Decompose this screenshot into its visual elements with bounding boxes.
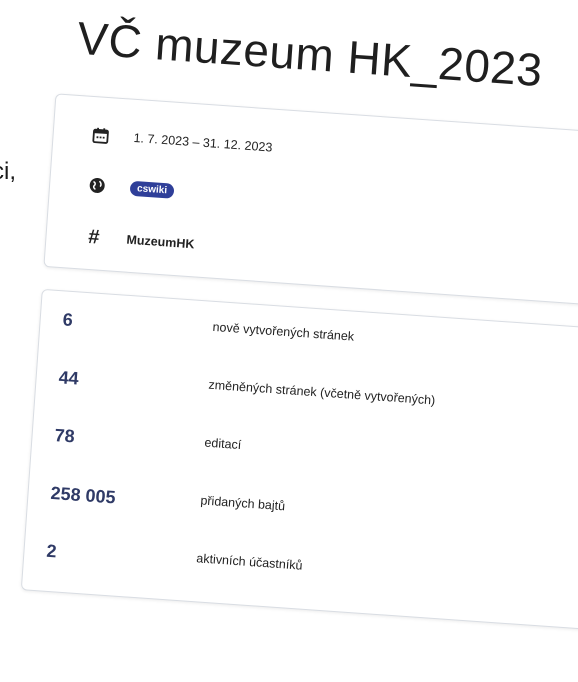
stat-label: změněných stránek (včetně vytvořených) [208,377,436,408]
hashtag: MuzeumHK [126,232,195,252]
wiki-badge-label: cswiki [129,180,175,199]
truncated-edge-text: ci, [0,158,16,185]
stat-value: 44 [58,367,80,389]
stat-value: 78 [53,425,76,447]
stat-value: 6 [62,309,74,331]
stat-value: 2 [45,540,58,562]
stat-changed-pages: 44 změněných stránek (včetně vytvořených… [35,366,578,436]
globe-icon [85,174,108,197]
wiki-badge[interactable]: cswiki [129,180,175,199]
stat-label: editací [204,435,242,453]
stat-label: nově vytvořených stránek [212,319,355,344]
stat-active-participants: 2 aktivních účastníků [23,539,578,609]
event-summary: VČ muzeum HK_2023 1. 7. 2023 – 31. 12. 2… [0,0,578,682]
hash-icon: # [87,225,100,249]
wiki-row: cswiki [49,170,578,234]
hashtag-row: # MuzeumHK [46,222,578,286]
event-meta-card: 1. 7. 2023 – 31. 12. 2023 cswiki # Muzeu… [43,93,578,308]
stat-added-bytes: 258 005 přidaných bajtů [27,481,578,551]
statistics-card: 6 nově vytvořených stránek 44 změněných … [20,288,578,631]
stat-new-pages: 6 nově vytvořených stránek [39,308,578,378]
date-range: 1. 7. 2023 – 31. 12. 2023 [133,130,273,155]
stat-edits: 78 editací [31,424,578,494]
page-title: VČ muzeum HK_2023 [75,11,545,97]
calendar-icon [89,124,112,147]
stat-label: přidaných bajtů [199,493,286,514]
stat-label: aktivních účastníků [195,551,303,573]
stat-value: 258 005 [49,482,117,508]
